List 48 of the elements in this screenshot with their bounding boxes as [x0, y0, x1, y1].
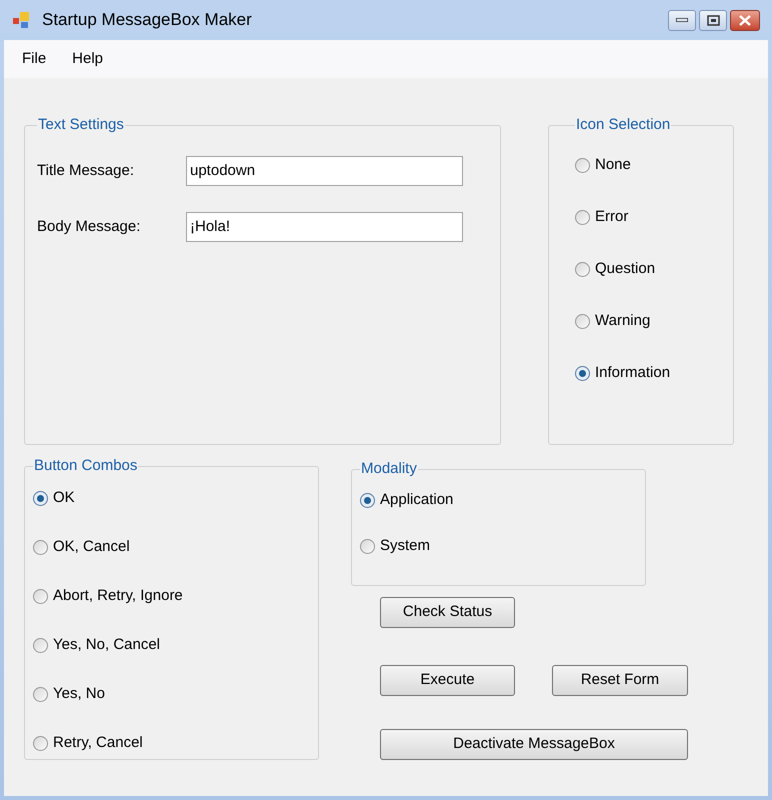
- maximize-button[interactable]: [699, 10, 727, 30]
- window-title: Startup MessageBox Maker: [42, 9, 252, 32]
- radio-button[interactable]: [33, 540, 48, 555]
- radio-button[interactable]: [575, 314, 590, 329]
- menu-item[interactable]: Help: [72, 48, 104, 70]
- close-button[interactable]: [730, 10, 760, 30]
- radio-button[interactable]: [360, 539, 375, 554]
- radio-button[interactable]: [575, 366, 590, 381]
- group-title: Button Combos: [33, 456, 138, 476]
- radio-label[interactable]: OK: [53, 487, 75, 510]
- push-button[interactable]: Deactivate MessageBox: [380, 729, 688, 760]
- radio-label[interactable]: None: [595, 154, 631, 177]
- radio-label[interactable]: Application: [380, 489, 454, 512]
- radio-label[interactable]: Information: [595, 362, 670, 385]
- text-field[interactable]: uptodown: [186, 156, 463, 186]
- radio-button[interactable]: [575, 158, 590, 173]
- radio-button[interactable]: [33, 687, 48, 702]
- field-label: Body Message:: [37, 216, 142, 236]
- maximize-icon: [706, 14, 720, 26]
- radio-label[interactable]: Abort, Retry, Ignore: [53, 585, 183, 608]
- group-title: Modality: [360, 459, 418, 479]
- push-button[interactable]: Reset Form: [552, 665, 688, 696]
- group-title: Text Settings: [37, 115, 125, 135]
- radio-button[interactable]: [33, 638, 48, 653]
- radio-button[interactable]: [33, 589, 48, 604]
- radio-label[interactable]: Question: [595, 258, 656, 281]
- radio-button[interactable]: [575, 262, 590, 277]
- push-button[interactable]: Execute: [380, 665, 515, 696]
- group-title: Icon Selection: [575, 115, 672, 135]
- push-button[interactable]: Check Status: [380, 597, 515, 628]
- close-icon: [739, 14, 751, 26]
- radio-label[interactable]: Warning: [595, 310, 650, 333]
- radio-button[interactable]: [575, 210, 590, 225]
- radio-label[interactable]: System: [380, 535, 430, 558]
- minimize-button[interactable]: [668, 10, 696, 30]
- radio-button[interactable]: [33, 491, 48, 506]
- minimize-icon: [676, 18, 688, 22]
- field-label: Title Message:: [37, 160, 135, 180]
- radio-label[interactable]: OK, Cancel: [53, 536, 130, 559]
- radio-button[interactable]: [33, 736, 48, 751]
- radio-label[interactable]: Yes, No, Cancel: [53, 634, 160, 657]
- radio-label[interactable]: Retry, Cancel: [53, 732, 143, 755]
- app-icon: [12, 10, 32, 30]
- radio-label[interactable]: Error: [595, 206, 628, 229]
- radio-label[interactable]: Yes, No: [53, 683, 105, 706]
- text-field[interactable]: ¡Hola!: [186, 212, 463, 242]
- menu-item[interactable]: File: [22, 48, 46, 70]
- radio-button[interactable]: [360, 493, 375, 508]
